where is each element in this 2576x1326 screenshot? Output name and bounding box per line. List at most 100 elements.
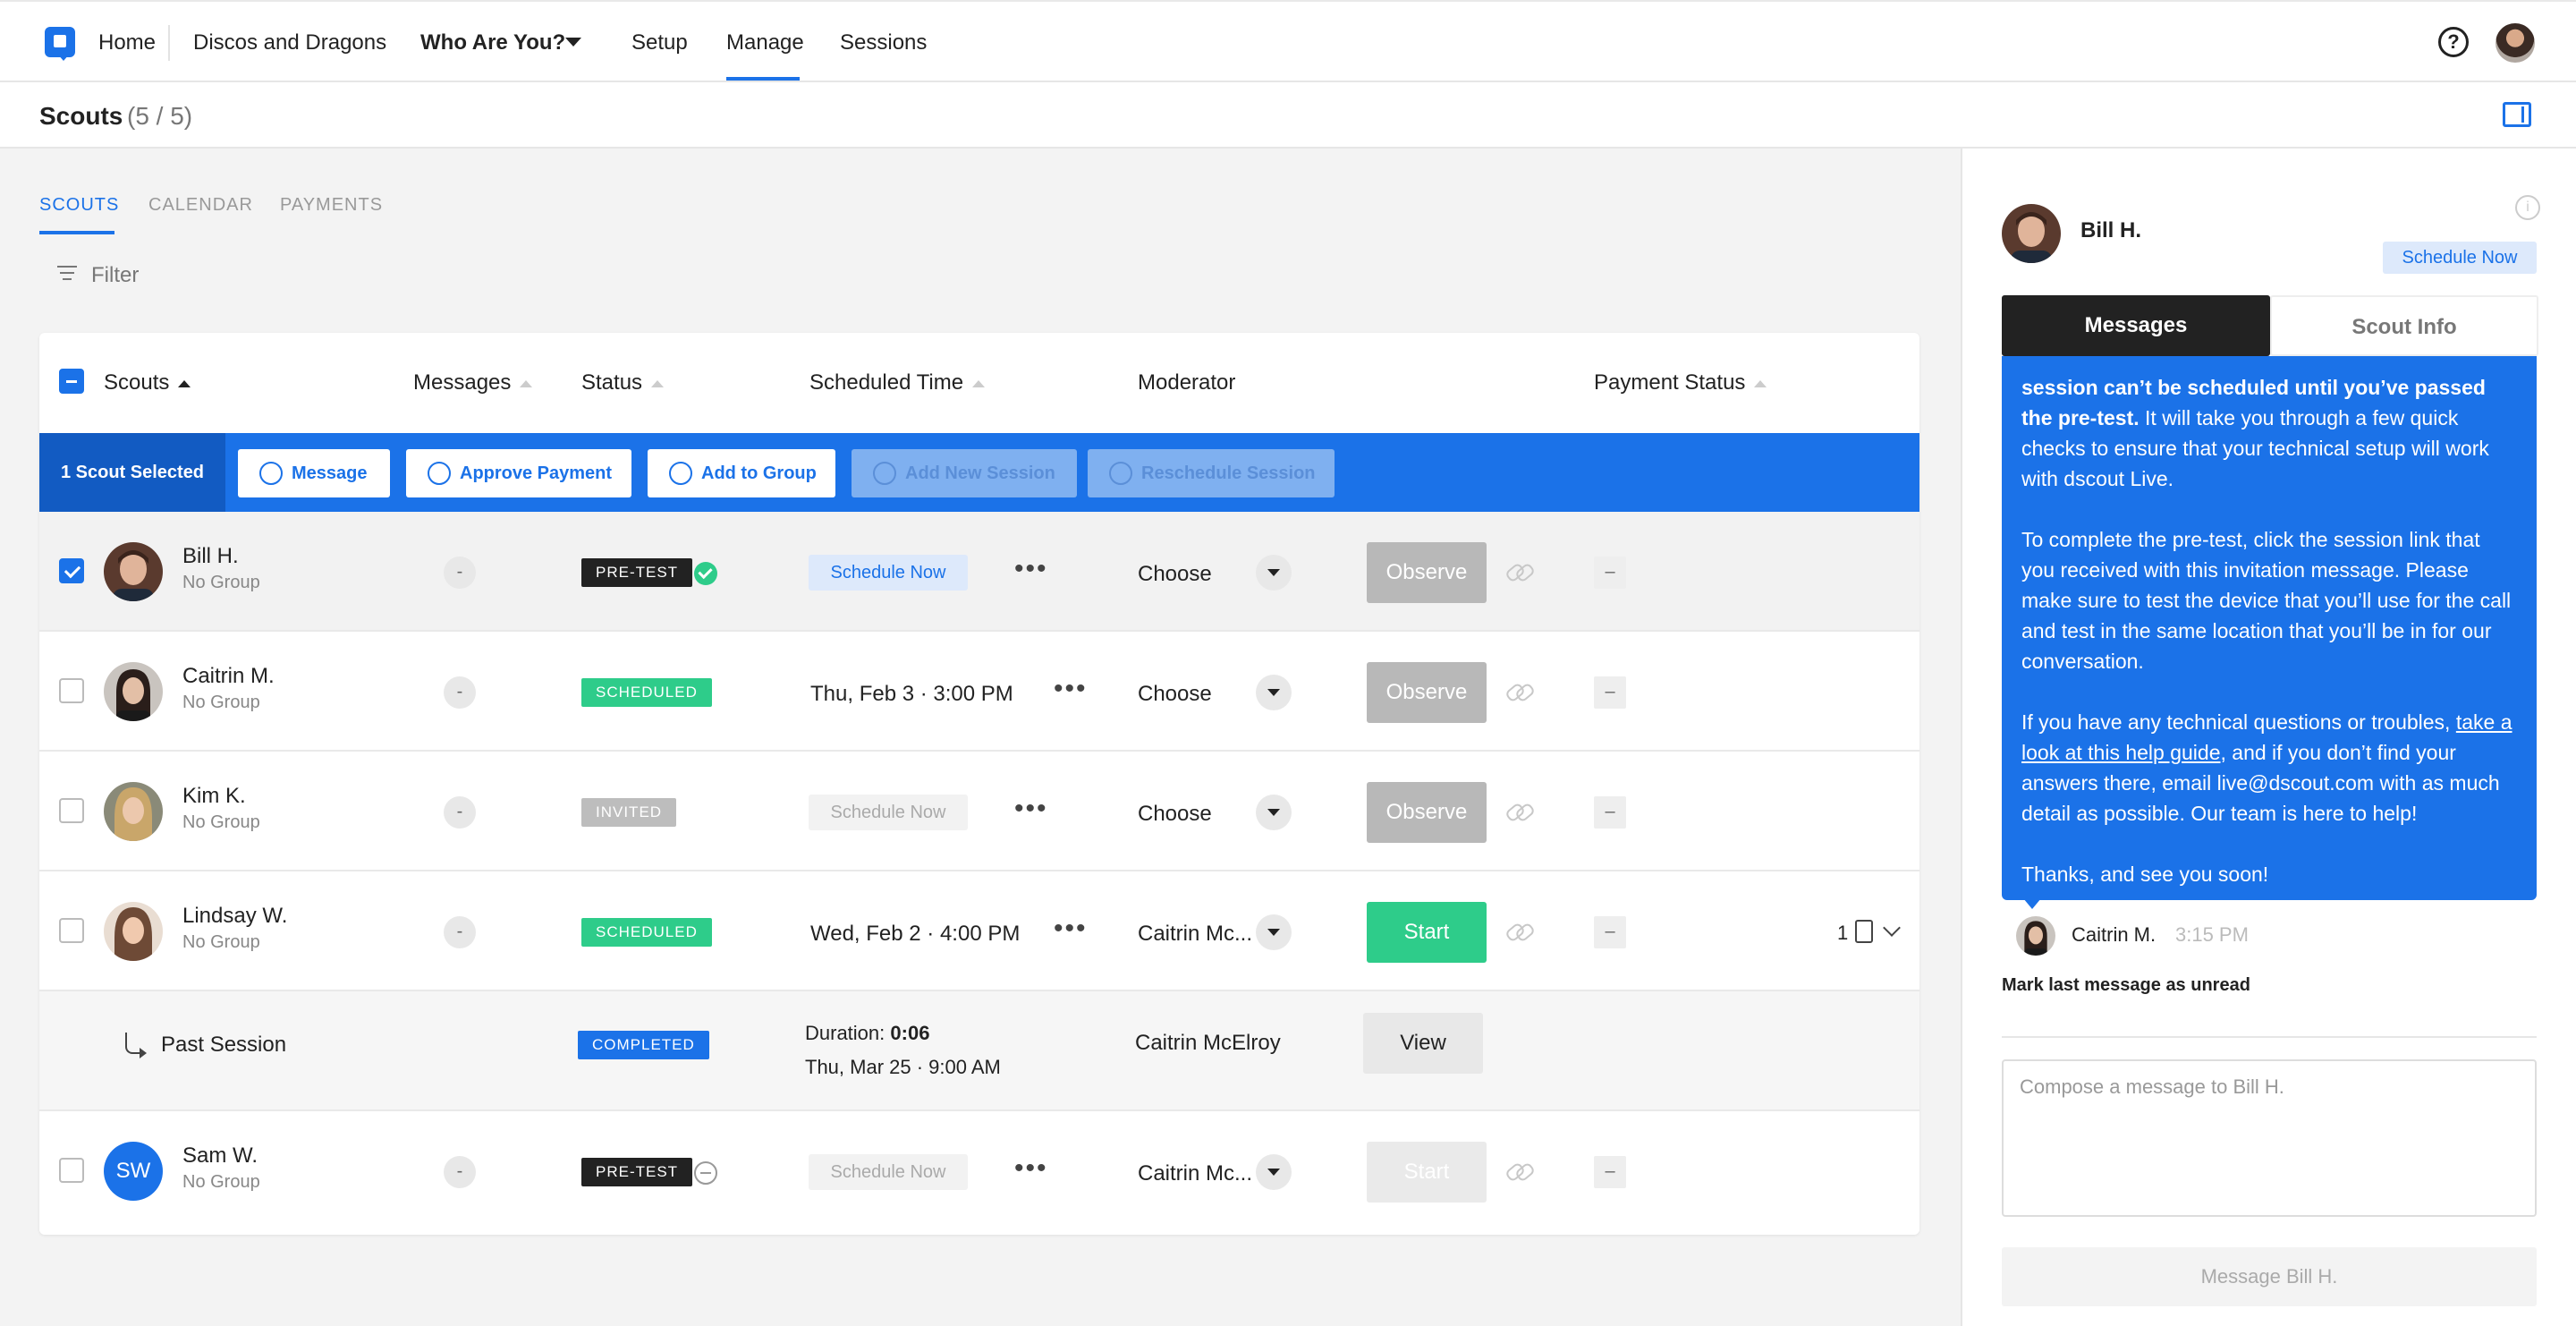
schedule-now-button[interactable]: Schedule Now [809,1154,968,1190]
scout-name[interactable]: Lindsay W. [182,904,287,929]
send-message-button[interactable]: Message Bill H. [2002,1247,2537,1306]
compose-message-input[interactable] [2002,1059,2537,1217]
table-row[interactable]: Lindsay W. No Group - SCHEDULED Wed, Feb… [39,871,1919,991]
reschedule-session-label: Reschedule Session [1141,463,1316,483]
header-messages[interactable]: Messages [413,370,533,395]
row-checkbox[interactable] [59,1158,84,1183]
panel-schedule-now-button[interactable]: Schedule Now [2383,242,2537,274]
bubble-tail [2023,898,2041,909]
message-count[interactable]: - [444,916,476,948]
tab-messages[interactable]: Messages [2002,295,2270,356]
table-row[interactable]: Caitrin M. No Group - SCHEDULED Thu, Feb… [39,632,1919,752]
schedule-now-button[interactable]: Schedule Now [809,555,968,591]
panel-toggle-icon[interactable] [2503,102,2531,127]
avatar: SW [104,1142,163,1201]
message-count[interactable]: - [444,676,476,709]
start-button[interactable]: Start [1367,902,1487,963]
mark-unread-link[interactable]: Mark last message as unread [2002,975,2250,996]
help-icon[interactable]: ? [2438,27,2469,57]
add-new-session-button[interactable]: Add New Session [852,449,1077,497]
moderator-select[interactable]: Caitrin Mc... [1138,922,1252,947]
add-to-group-button[interactable]: Add to Group [648,449,835,497]
link-icon[interactable] [1506,923,1533,941]
more-dots-icon[interactable]: ••• [1014,556,1048,582]
observe-button[interactable]: Observe [1367,782,1487,843]
caret-down-icon[interactable] [1256,795,1292,830]
moderator-select[interactable]: Choose [1138,802,1212,827]
sort-icon[interactable] [178,379,191,387]
table-row[interactable]: Kim K. No Group - INVITED Schedule Now •… [39,752,1919,871]
duration-label: Duration: [805,1022,886,1044]
caret-down-icon[interactable] [1256,675,1292,710]
approve-payment-label: Approve Payment [460,463,613,483]
link-icon[interactable] [1506,1163,1533,1181]
select-all-checkbox[interactable] [59,369,84,394]
nav-setup[interactable]: Setup [631,30,688,55]
sort-icon[interactable] [651,379,665,387]
table-row[interactable]: Bill H. No Group - PRE-TEST Schedule Now… [39,512,1919,632]
chevron-down-icon[interactable] [1883,919,1901,937]
view-button[interactable]: View [1363,1013,1483,1074]
tab-payments[interactable]: PAYMENTS [280,195,383,216]
nav-mission-dropdown[interactable]: Who Are You? [420,30,565,55]
unread-message-icon[interactable] [1855,920,1873,943]
message-count[interactable]: - [444,796,476,829]
caret-down-icon[interactable] [1256,555,1292,591]
row-checkbox[interactable] [59,918,84,943]
scout-name[interactable]: Kim K. [182,784,246,809]
header-payment-status[interactable]: Payment Status [1594,370,1767,395]
filter-button[interactable]: Filter [91,263,139,288]
filter-icon[interactable] [57,266,77,280]
row-checkbox[interactable] [59,678,84,703]
message-count[interactable]: - [444,557,476,589]
payment-status: – [1594,676,1626,709]
add-to-group-label: Add to Group [701,463,817,483]
table-row[interactable]: SW Sam W. No Group - PRE-TEST Schedule N… [39,1111,1919,1231]
unread-count[interactable]: 1 [1837,922,1848,945]
message-count[interactable]: - [444,1156,476,1188]
nav-sessions[interactable]: Sessions [840,30,927,55]
caret-down-icon[interactable] [1256,914,1292,950]
caret-down-icon[interactable] [1256,1154,1292,1190]
row-checkbox[interactable] [59,558,84,583]
moderator-select[interactable]: Choose [1138,682,1212,707]
sort-icon[interactable] [972,379,986,387]
message-bubble: session can’t be scheduled until you’ve … [2002,356,2537,900]
caret-down-icon[interactable] [565,38,581,47]
nav-project[interactable]: Discos and Dragons [193,30,386,55]
clock-icon [1109,462,1132,485]
more-dots-icon[interactable]: ••• [1054,676,1088,702]
header-scouts[interactable]: Scouts [104,370,191,395]
message-button[interactable]: Message [238,449,390,497]
tab-scout-info[interactable]: Scout Info [2270,295,2538,356]
header-status[interactable]: Status [581,370,665,395]
moderator-select[interactable]: Choose [1138,562,1212,587]
header-scheduled-time[interactable]: Scheduled Time [809,370,986,395]
approve-payment-button[interactable]: Approve Payment [406,449,631,497]
logo-icon[interactable] [45,27,75,61]
more-dots-icon[interactable]: ••• [1054,915,1088,942]
schedule-now-button[interactable]: Schedule Now [809,795,968,830]
moderator-select[interactable]: Caitrin Mc... [1138,1161,1252,1186]
reschedule-session-button[interactable]: Reschedule Session [1088,449,1335,497]
link-icon[interactable] [1506,684,1533,701]
sort-icon[interactable] [1754,379,1767,387]
user-avatar[interactable] [2496,23,2535,63]
tab-scouts[interactable]: SCOUTS [39,195,119,216]
scout-name[interactable]: Bill H. [182,544,239,569]
scout-name[interactable]: Sam W. [182,1143,258,1169]
info-icon[interactable]: i [2515,195,2540,220]
observe-button[interactable]: Observe [1367,662,1487,723]
sort-icon[interactable] [520,379,533,387]
nav-home[interactable]: Home [98,30,156,55]
scout-name[interactable]: Caitrin M. [182,664,275,689]
tab-calendar[interactable]: CALENDAR [148,195,253,216]
row-checkbox[interactable] [59,798,84,823]
nav-manage[interactable]: Manage [726,30,804,55]
link-icon[interactable] [1506,564,1533,582]
start-button[interactable]: Start [1367,1142,1487,1203]
link-icon[interactable] [1506,803,1533,821]
more-dots-icon[interactable]: ••• [1014,1155,1048,1182]
observe-button[interactable]: Observe [1367,542,1487,603]
more-dots-icon[interactable]: ••• [1014,795,1048,822]
